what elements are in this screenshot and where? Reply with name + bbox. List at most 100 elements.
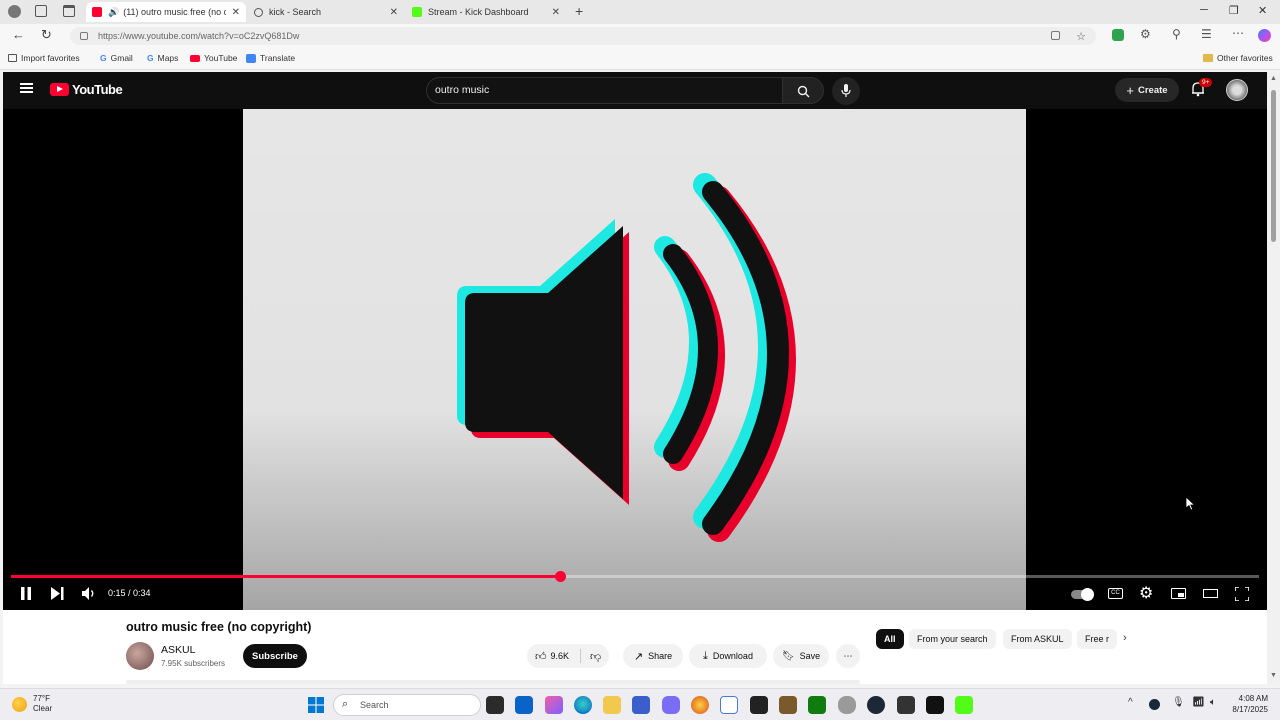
speaker-tray-icon[interactable]: 🔈︎ xyxy=(1210,697,1216,708)
chip-from-your-search[interactable]: From your search xyxy=(909,629,996,649)
weather-moon-icon[interactable] xyxy=(12,697,27,712)
weather-widget[interactable]: 77°F Clear xyxy=(33,694,52,714)
app-available-icon[interactable] xyxy=(1051,31,1060,40)
search-input[interactable]: outro music xyxy=(426,77,782,104)
back-icon[interactable]: ← xyxy=(12,27,25,42)
pause-button[interactable] xyxy=(20,587,32,600)
steam-icon[interactable] xyxy=(867,696,885,714)
download-button[interactable]: ⤓ Download xyxy=(689,644,767,668)
import-favorites-link[interactable]: Import favorites xyxy=(8,53,80,63)
profile-icon[interactable] xyxy=(8,5,21,18)
menu-hamburger-icon[interactable] xyxy=(20,83,33,85)
account-avatar[interactable] xyxy=(1226,79,1248,101)
window-app-icon[interactable] xyxy=(720,696,738,714)
tab-actions-icon[interactable] xyxy=(63,5,75,17)
extension-icon[interactable] xyxy=(1112,29,1124,41)
chip-free[interactable]: Free r xyxy=(1077,629,1117,649)
obs-app-icon[interactable] xyxy=(926,696,944,714)
save-button[interactable]: 🔖︎ Save xyxy=(773,644,829,668)
address-input[interactable]: https://www.youtube.com/watch?v=oC2zvQ68… xyxy=(70,27,1096,45)
show-hidden-icons[interactable]: ^ xyxy=(1128,697,1133,708)
maximize-icon[interactable]: ❐ xyxy=(1229,4,1239,17)
kick-app-icon[interactable] xyxy=(955,696,973,714)
mouse-app-icon[interactable] xyxy=(838,696,856,714)
time-display: 0:15 / 0:34 xyxy=(108,588,151,598)
more-menu-icon[interactable]: ⋯ xyxy=(1232,26,1244,40)
taskbar-search-box[interactable]: ⌕ Search xyxy=(333,694,481,716)
favorites-icon[interactable]: ☰ xyxy=(1201,27,1212,41)
copilot-app-icon[interactable] xyxy=(545,696,563,714)
close-tab-icon[interactable]: ✕ xyxy=(390,7,398,18)
favorite-youtube[interactable]: YouTube xyxy=(190,53,237,63)
favorite-star-icon[interactable]: ☆ xyxy=(1076,28,1086,46)
close-tab-icon[interactable]: ✕ xyxy=(552,7,560,18)
tab-kick-search[interactable]: kick - Search ✕ xyxy=(248,2,404,22)
page-scrollbar[interactable]: ▲ ▼ xyxy=(1267,72,1280,684)
new-tab-button[interactable]: + xyxy=(575,3,583,19)
copilot-icon[interactable] xyxy=(1258,29,1271,42)
volume-button[interactable] xyxy=(82,587,97,600)
fullscreen-icon[interactable] xyxy=(1235,587,1249,601)
description-preview[interactable] xyxy=(126,680,860,684)
youtube-logo[interactable]: YouTube xyxy=(50,82,123,97)
captions-icon[interactable]: CC xyxy=(1108,588,1123,599)
theater-mode-icon[interactable] xyxy=(1203,589,1218,598)
start-windows-icon[interactable] xyxy=(308,697,324,713)
next-button[interactable] xyxy=(51,587,64,600)
tray-steam-icon[interactable] xyxy=(1149,699,1160,710)
task-view-icon[interactable] xyxy=(486,696,504,714)
thumbs-down-icon[interactable]: 👎︎ xyxy=(590,650,601,663)
search-button[interactable] xyxy=(782,77,824,104)
chrome-like-app-icon[interactable] xyxy=(691,696,709,714)
chip-all[interactable]: All xyxy=(876,629,904,649)
refresh-icon[interactable]: ↻ xyxy=(41,27,52,43)
like-button[interactable]: 👍︎ 9.6K xyxy=(535,650,569,663)
taskbar-clock[interactable]: 4:08 AM 8/17/2025 xyxy=(1232,693,1268,715)
video-frame[interactable] xyxy=(243,109,1026,610)
favorite-gmail[interactable]: G Gmail xyxy=(100,53,133,63)
chip-from-askul[interactable]: From ASKUL xyxy=(1003,629,1072,649)
more-actions-button[interactable]: ⋯ xyxy=(836,644,860,668)
favorite-maps[interactable]: G Maps xyxy=(147,53,178,63)
tray-microphone-icon[interactable]: 🎙︎ xyxy=(1172,697,1185,708)
tab-youtube[interactable]: 🔊 (11) outro music free (no copyright) ✕ xyxy=(86,2,246,22)
xbox-icon[interactable] xyxy=(808,696,826,714)
edge-browser-icon[interactable] xyxy=(574,696,592,714)
close-window-icon[interactable]: ✕ xyxy=(1258,4,1267,17)
share-button[interactable]: ↗ Share xyxy=(623,644,683,668)
create-button[interactable]: + Create xyxy=(1115,78,1179,102)
tab-kick-dashboard[interactable]: Stream - Kick Dashboard ✕ xyxy=(406,2,566,22)
scroll-thumb[interactable] xyxy=(1271,90,1276,242)
subscribe-button[interactable]: Subscribe xyxy=(243,644,307,668)
epic-games-icon[interactable] xyxy=(750,696,768,714)
workspaces-icon[interactable] xyxy=(35,5,47,17)
split-screen-icon[interactable]: ⚲ xyxy=(1172,27,1181,41)
bookmark-icon: 🔖︎ xyxy=(781,650,795,662)
scroll-down-icon[interactable]: ▼ xyxy=(1270,672,1277,679)
scroll-up-icon[interactable]: ▲ xyxy=(1270,75,1277,82)
minimize-icon[interactable]: ─ xyxy=(1200,4,1208,16)
discord-icon[interactable] xyxy=(662,696,680,714)
progress-bar[interactable] xyxy=(11,571,1259,582)
file-explorer-icon[interactable] xyxy=(603,696,621,714)
channel-name[interactable]: ASKUL xyxy=(161,644,195,656)
microsoft-store-icon[interactable] xyxy=(632,696,650,714)
channel-avatar[interactable] xyxy=(126,642,154,670)
audio-playing-icon[interactable]: 🔊 xyxy=(108,7,119,18)
other-favorites-folder[interactable]: Other favorites xyxy=(1203,53,1273,63)
outlook-icon[interactable] xyxy=(515,696,533,714)
chips-next-icon[interactable]: › xyxy=(1123,632,1127,644)
video-player[interactable]: 0:15 / 0:34 CC ⚙ xyxy=(3,109,1267,610)
close-tab-icon[interactable]: ✕ xyxy=(232,7,240,18)
capcut-icon[interactable] xyxy=(897,696,915,714)
voice-search-button[interactable] xyxy=(832,77,860,105)
settings-gear-icon[interactable]: ⚙ xyxy=(1139,583,1153,603)
game-app-icon[interactable] xyxy=(779,696,797,714)
wifi-icon[interactable]: 📶︎ xyxy=(1192,697,1205,708)
extensions-puzzle-icon[interactable]: ⚙ xyxy=(1140,27,1151,41)
favorite-translate[interactable]: Translate xyxy=(246,53,295,63)
autoplay-toggle[interactable] xyxy=(1071,588,1094,601)
miniplayer-icon[interactable] xyxy=(1171,588,1186,599)
notifications-button[interactable]: 9+ xyxy=(1191,78,1213,102)
site-info-icon[interactable] xyxy=(80,32,88,40)
